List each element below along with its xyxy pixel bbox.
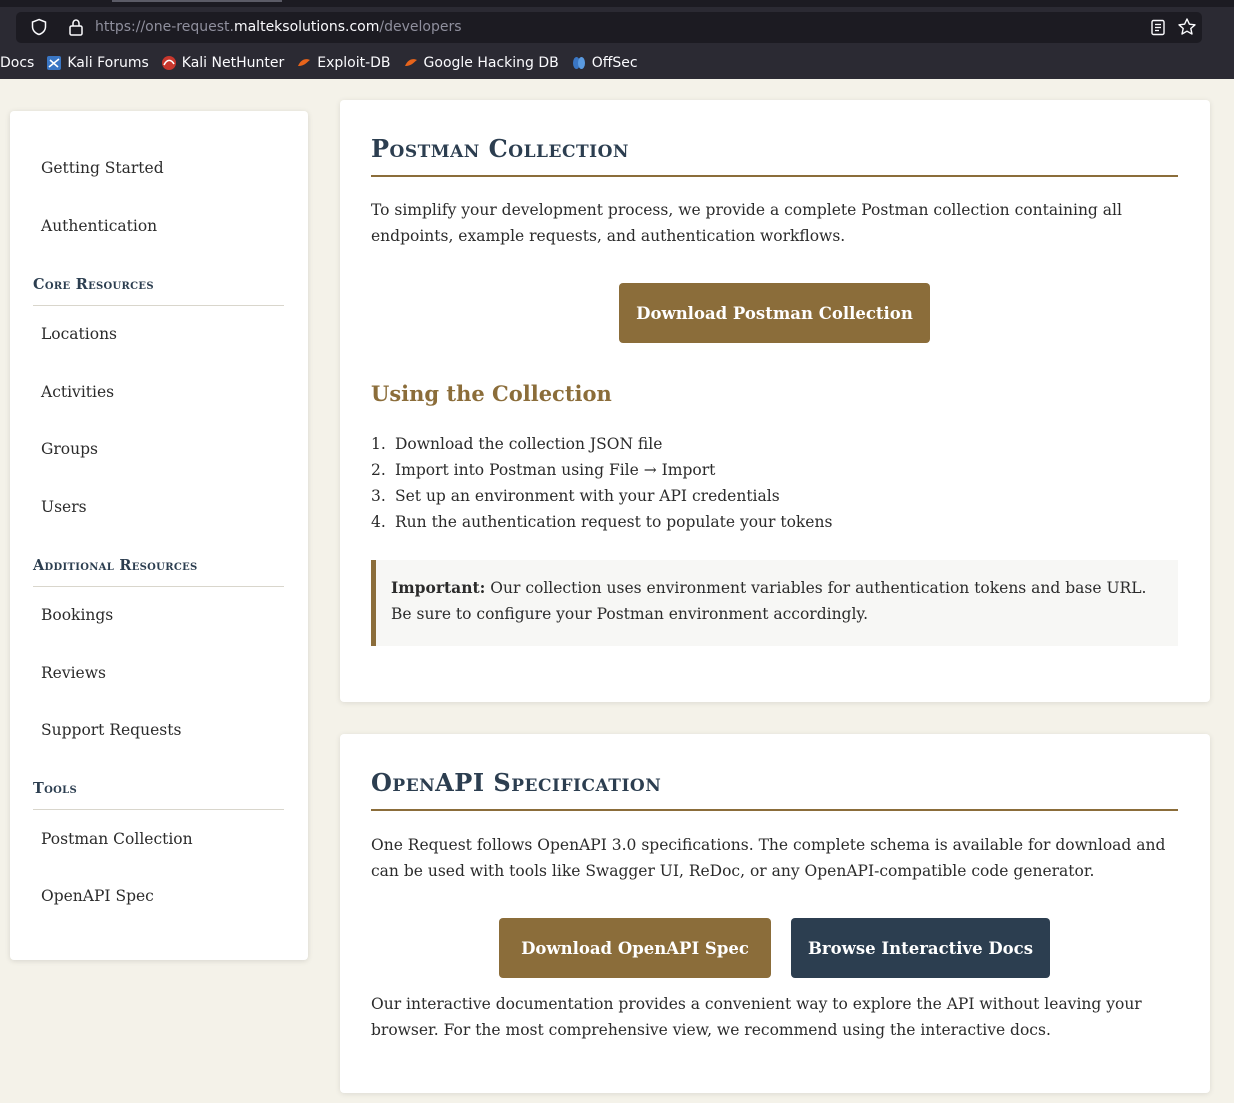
bookmark-kali-forums[interactable]: Kali Forums (46, 55, 149, 71)
bookmark-label: Kali Forums (67, 55, 149, 71)
important-label: Important: (391, 578, 486, 597)
important-callout: Important: Our collection uses environme… (371, 560, 1178, 646)
sidebar-item-getting-started[interactable]: Getting Started (41, 159, 164, 177)
openapi-outro-text: Our interactive documentation provides a… (371, 995, 1142, 1039)
sidebar-item-activities[interactable]: Activities (41, 383, 114, 401)
bookmark-label: Exploit-DB (317, 55, 391, 71)
list-item: 1. Download the collection JSON file (371, 435, 663, 453)
list-item: 4. Run the authentication request to popu… (371, 513, 833, 531)
address-bar[interactable]: https://one-request.malteksolutions.com/… (16, 12, 1202, 43)
openapi-section-title: OpenAPI Specification (371, 768, 1178, 811)
offsec-icon (572, 57, 585, 69)
sidebar-heading-additional-resources: Additional Resources (33, 557, 284, 587)
sidebar-item-postman-collection[interactable]: Postman Collection (41, 830, 193, 848)
openapi-intro-text: One Request follows OpenAPI 3.0 specific… (371, 836, 1166, 880)
sidebar-item-openapi-spec[interactable]: OpenAPI Spec (41, 887, 154, 905)
google-hacking-db-icon (404, 59, 417, 66)
important-text: Our collection uses environment variable… (391, 579, 1147, 623)
url-path: /developers (379, 19, 462, 35)
sidebar-item-reviews[interactable]: Reviews (41, 664, 106, 682)
download-openapi-spec-button[interactable]: Download OpenAPI Spec (499, 918, 771, 978)
kali-forums-icon (47, 56, 62, 70)
postman-intro-text: To simplify your development process, we… (371, 201, 1122, 245)
tab-strip (0, 0, 1234, 7)
bookmark-label: Google Hacking DB (423, 55, 559, 71)
postman-steps-list: 1. Download the collection JSON file 2. Im… (371, 431, 832, 535)
browse-interactive-docs-button[interactable]: Browse Interactive Docs (791, 918, 1050, 978)
bookmark-label: Kali NetHunter (181, 55, 285, 71)
reader-view-icon[interactable] (1150, 19, 1166, 36)
openapi-specification-section: OpenAPI Specification One Request follow… (340, 734, 1210, 1093)
bookmark-exploit-db[interactable]: Exploit-DB (296, 55, 391, 71)
exploit-db-icon (298, 59, 311, 66)
using-collection-heading: Using the Collection (371, 381, 612, 406)
bookmark-offsec[interactable]: OffSec (571, 55, 638, 71)
list-item: 3. Set up an environment with your API cr… (371, 487, 780, 505)
url-host: malteksolutions.com (233, 19, 380, 35)
bookmark-star-icon[interactable] (1177, 17, 1197, 37)
postman-collection-section: Postman Collection To simplify your deve… (340, 100, 1210, 702)
sidebar-item-locations[interactable]: Locations (41, 325, 117, 343)
bookmark-label: OffSec (591, 55, 638, 71)
important-callout-text: Important: Our collection uses environme… (391, 575, 1171, 627)
download-postman-collection-button[interactable]: Download Postman Collection (619, 283, 930, 343)
list-item: 2. Import into Postman using File → Impor… (371, 461, 716, 479)
sidebar-item-groups[interactable]: Groups (41, 440, 98, 458)
kali-nethunter-icon (161, 56, 176, 70)
sidebar-item-users[interactable]: Users (41, 498, 87, 516)
url-text[interactable]: https://one-request.malteksolutions.com/… (95, 19, 462, 35)
postman-section-title: Postman Collection (371, 134, 1178, 177)
bookmark-docs[interactable]: Docs (0, 55, 34, 71)
sidebar-item-bookings[interactable]: Bookings (41, 606, 113, 624)
bookmark-google-hacking-db[interactable]: Google Hacking DB (403, 55, 559, 71)
sidebar-heading-core-resources: Core Resources (33, 276, 284, 306)
bookmark-label: Docs (0, 55, 35, 71)
sidebar-item-support-requests[interactable]: Support Requests (41, 721, 181, 739)
url-prefix: https://one-request. (95, 19, 234, 35)
sidebar-item-authentication[interactable]: Authentication (41, 217, 157, 235)
lock-icon[interactable] (68, 18, 84, 36)
tracking-protection-shield-icon[interactable] (30, 18, 48, 36)
active-tab-indicator[interactable] (112, 0, 282, 2)
bookmarks-toolbar: Docs Kali Forums Kali NetHunter Exploit-… (0, 51, 650, 75)
sidebar-heading-tools: Tools (33, 780, 284, 810)
browser-chrome: https://one-request.malteksolutions.com/… (0, 0, 1234, 79)
docs-sidebar: Getting Started Authentication Core Reso… (10, 111, 308, 960)
bookmark-kali-nethunter[interactable]: Kali NetHunter (161, 55, 284, 71)
